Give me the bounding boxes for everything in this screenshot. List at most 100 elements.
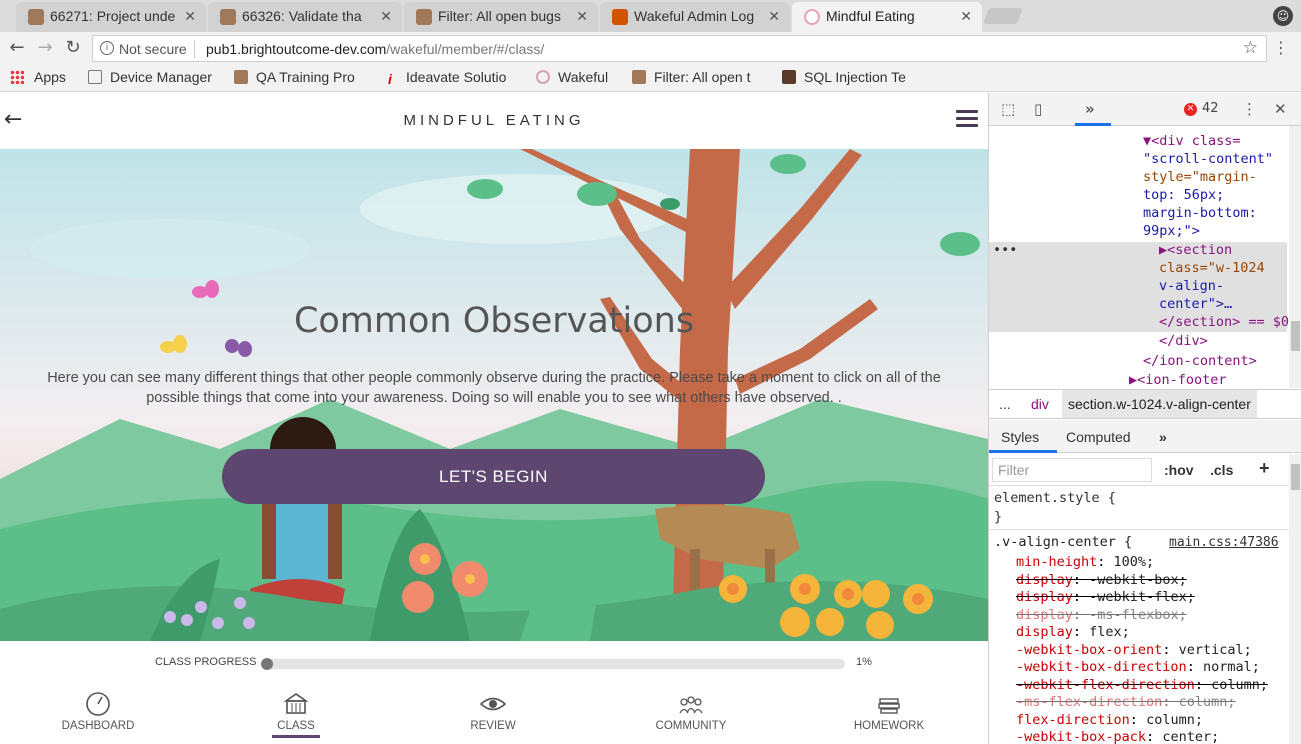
bookmark-qa-training[interactable]: QA Training Pro [234, 69, 370, 85]
dom-line[interactable]: </ion-content> [1143, 352, 1257, 370]
nav-review[interactable]: REVIEW [433, 691, 553, 732]
tab-computed[interactable]: Computed [1066, 429, 1131, 445]
browser-tab-1[interactable]: 66271: Project unde ✕ [16, 2, 206, 32]
bug-icon [234, 70, 248, 84]
css-declaration[interactable]: -ms-flex-direction: column; [1016, 694, 1235, 712]
browser-tab-2[interactable]: 66326: Validate tha ✕ [208, 2, 402, 32]
dom-line[interactable]: </div> [1159, 332, 1208, 350]
css-declaration[interactable]: -webkit-flex-direction: column; [1016, 677, 1268, 695]
bookmark-filter-open[interactable]: Filter: All open t [632, 69, 770, 85]
nav-homework[interactable]: HOMEWORK [829, 691, 949, 732]
css-declaration[interactable]: display: -webkit-flex; [1016, 589, 1195, 607]
progress-bar [261, 658, 845, 670]
lets-begin-button[interactable]: LET'S BEGIN [222, 449, 765, 504]
security-status[interactable]: Not secure [119, 41, 187, 57]
node-ellipsis[interactable]: ••• [993, 241, 1017, 259]
bookmark-star-icon[interactable]: ☆ [1243, 38, 1258, 58]
breadcrumb-div[interactable]: div [1031, 396, 1049, 412]
css-declaration[interactable]: flex-direction: column; [1016, 712, 1203, 730]
scroll-thumb[interactable] [1291, 321, 1300, 351]
dom-line[interactable]: top: 56px; [1143, 186, 1224, 204]
reload-icon[interactable]: ↻ [62, 37, 84, 59]
tab-title: Mindful Eating [826, 8, 915, 24]
class-toggle[interactable]: .cls [1210, 462, 1233, 478]
dom-line-selected[interactable]: v-align- [1159, 277, 1224, 295]
tab-more[interactable]: » [1159, 429, 1167, 445]
forward-icon[interactable]: → [34, 37, 56, 59]
dom-line[interactable]: ▶<ion-footer [1129, 371, 1227, 388]
url-text[interactable]: pub1.brightoutcome-dev.com/wakeful/membe… [206, 41, 544, 57]
devtools-close-icon[interactable]: ✕ [1274, 100, 1287, 118]
close-tab-icon[interactable]: ✕ [184, 8, 196, 25]
bookmark-wakeful[interactable]: Wakeful [536, 69, 622, 85]
wakeful-favicon-icon [804, 9, 820, 25]
dom-line-selected[interactable]: center">… [1159, 295, 1232, 313]
bookmarks-bar: Apps Device Manager QA Training Pro i Ide… [0, 64, 1301, 92]
dom-line-selected[interactable]: ▶<section [1159, 241, 1232, 259]
inspect-element-icon[interactable]: ⬚ [1001, 100, 1015, 118]
dom-line[interactable]: 99px;"> [1143, 222, 1200, 240]
new-rule-button[interactable]: + [1259, 458, 1270, 479]
dom-line[interactable]: ▼<div class= [1143, 132, 1241, 150]
dashboard-gauge-icon [86, 692, 110, 716]
css-declaration[interactable]: -webkit-box-direction: normal; [1016, 659, 1260, 677]
progress-label: CLASS PROGRESS [155, 656, 257, 668]
rule-selector[interactable]: .v-align-center { [994, 534, 1132, 552]
hover-state-toggle[interactable]: :hov [1164, 462, 1194, 478]
scroll-thumb[interactable] [1291, 464, 1300, 490]
bug-favicon-icon [416, 9, 432, 25]
css-declaration[interactable]: -webkit-box-orient: vertical; [1016, 642, 1252, 660]
dom-line[interactable]: "scroll-content" [1143, 150, 1273, 168]
bookmark-sql-injection[interactable]: SQL Injection Te [782, 69, 922, 85]
rule-source-link[interactable]: main.css:47386 [1169, 534, 1279, 552]
breadcrumb-selected[interactable]: section.w-1024.v-align-center [1062, 390, 1257, 418]
close-tab-icon[interactable]: ✕ [576, 8, 588, 25]
bookmark-apps[interactable]: Apps [10, 69, 80, 85]
nav-class[interactable]: CLASS [272, 691, 320, 738]
css-declaration[interactable]: display: -webkit-box; [1016, 572, 1187, 590]
element-style-open[interactable]: element.style { [994, 490, 1116, 508]
css-declaration[interactable]: display: flex; [1016, 624, 1130, 642]
account-icon[interactable]: ☺ [1273, 6, 1293, 26]
dom-line[interactable]: margin-bottom: [1143, 204, 1257, 222]
close-tab-icon[interactable]: ✕ [960, 8, 972, 25]
element-style-close[interactable]: } [994, 509, 1002, 527]
browser-menu-icon[interactable]: ⋮ [1273, 38, 1289, 57]
back-icon[interactable]: ← [6, 37, 28, 59]
styles-filter-input[interactable]: Filter [992, 458, 1152, 482]
close-tab-icon[interactable]: ✕ [768, 8, 780, 25]
tab-styles[interactable]: Styles [1001, 429, 1039, 445]
new-tab-button[interactable] [983, 8, 1023, 24]
more-panels-icon[interactable]: » [1085, 100, 1095, 118]
styles-scrollbar[interactable] [1289, 454, 1301, 744]
nav-dashboard[interactable]: DASHBOARD [38, 691, 158, 732]
bookmark-ideavate[interactable]: i Ideavate Solutio [388, 69, 522, 86]
css-declaration[interactable]: -webkit-box-pack: center; [1016, 729, 1219, 744]
bookmark-device-manager[interactable]: Device Manager [88, 69, 222, 85]
tab-title: Filter: All open bugs [438, 8, 561, 24]
info-icon[interactable]: i [100, 41, 114, 55]
devtools-menu-icon[interactable]: ⋮ [1242, 100, 1257, 118]
dom-scrollbar[interactable] [1289, 126, 1301, 388]
address-bar[interactable]: i Not secure pub1.brightoutcome-dev.com/… [92, 35, 1267, 62]
browser-tab-3[interactable]: Filter: All open bugs ✕ [404, 2, 598, 32]
nav-community[interactable]: COMMUNITY [631, 691, 751, 732]
breadcrumb-ellipsis[interactable]: ... [999, 396, 1011, 412]
style-rules: element.style { } .v-align-center { main… [989, 487, 1289, 744]
nav-label: DASHBOARD [61, 720, 135, 732]
dom-line[interactable]: style="margin- [1143, 168, 1257, 186]
rule-divider [989, 529, 1289, 530]
dom-line-selected[interactable]: </section> == $0 [1159, 313, 1289, 331]
device-toggle-icon[interactable]: ▯ [1034, 100, 1042, 118]
close-tab-icon[interactable]: ✕ [380, 8, 392, 25]
styles-filter-row: Filter :hov .cls + [989, 454, 1301, 486]
error-counter[interactable]: ✕ 42 [1184, 101, 1219, 116]
hamburger-menu-icon[interactable] [956, 110, 978, 128]
browser-tab-4[interactable]: Wakeful Admin Log ✕ [600, 2, 790, 32]
tab-title: 66271: Project unde [50, 8, 176, 24]
dom-line-selected[interactable]: class="w-1024 [1159, 259, 1265, 277]
community-people-icon [679, 696, 703, 714]
css-declaration[interactable]: display: -ms-flexbox; [1016, 607, 1187, 625]
css-declaration[interactable]: min-height: 100%; [1016, 554, 1154, 572]
browser-tab-active[interactable]: Mindful Eating ✕ [792, 2, 982, 32]
